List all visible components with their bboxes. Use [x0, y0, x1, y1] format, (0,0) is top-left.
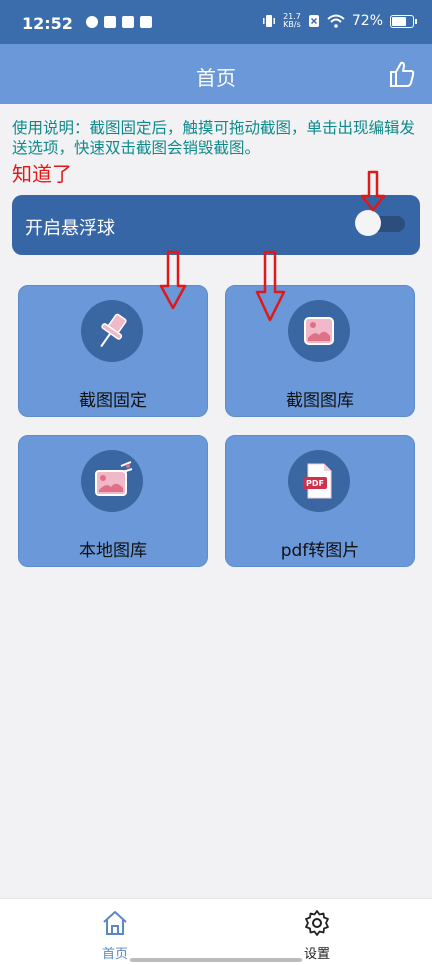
usage-instructions: 使用说明：截图固定后，触摸可拖动截图，单击出现编辑发送选项，快速双击截图会销毁截… [12, 119, 416, 157]
status-time: 12:52 [22, 14, 73, 33]
notification-icons [86, 16, 152, 28]
network-speed-unit: KB/s [283, 20, 301, 29]
home-icon [103, 911, 127, 935]
calendar-notification-icon [140, 16, 152, 28]
svg-text:PDF: PDF [306, 479, 324, 488]
app-notification-icon [122, 16, 134, 28]
pdf-to-image-card[interactable]: PDF pdf转图片 [225, 435, 415, 567]
vibrate-icon [263, 15, 276, 27]
picture-icon [288, 300, 350, 362]
no-sim-icon [308, 15, 319, 27]
floating-ball-label: 开启悬浮球 [25, 218, 115, 239]
pushpin-icon [81, 300, 143, 362]
annotation-arrow-toggle [360, 170, 386, 212]
app-bar: 首页 [0, 44, 432, 104]
nav-home[interactable]: 首页 [75, 909, 155, 962]
home-indicator[interactable] [130, 958, 302, 962]
status-bar: 12:52 21.7 KB/s 72% [0, 0, 432, 44]
picture-edit-icon [81, 450, 143, 512]
bottom-navigation: 首页 设置 [0, 898, 432, 965]
floating-ball-row[interactable]: 开启悬浮球 [12, 195, 420, 255]
battery-icon [390, 14, 417, 28]
gear-icon [305, 910, 329, 936]
mail-notification-icon [104, 16, 116, 28]
battery-percent: 72% [351, 13, 383, 29]
status-right: 21.7 KB/s 72% [262, 13, 417, 29]
page-title: 首页 [196, 66, 236, 90]
dismiss-instructions-link[interactable]: 知道了 [12, 158, 72, 187]
card-label: 截图图库 [286, 391, 354, 411]
card-label: pdf转图片 [280, 541, 360, 561]
sync-notification-icon [86, 16, 98, 28]
thumbs-up-icon[interactable] [388, 60, 416, 88]
network-speed: 21.7 KB/s [283, 13, 301, 29]
nav-settings[interactable]: 设置 [277, 909, 357, 962]
wifi-icon [327, 14, 345, 28]
annotation-arrow-gallery [255, 250, 286, 322]
floating-ball-toggle[interactable] [355, 210, 407, 236]
card-label: 本地图库 [79, 541, 147, 561]
card-label: 截图固定 [79, 391, 147, 411]
local-gallery-card[interactable]: 本地图库 [18, 435, 208, 567]
pdf-file-icon: PDF [288, 450, 350, 512]
annotation-arrow-pin [159, 250, 187, 310]
